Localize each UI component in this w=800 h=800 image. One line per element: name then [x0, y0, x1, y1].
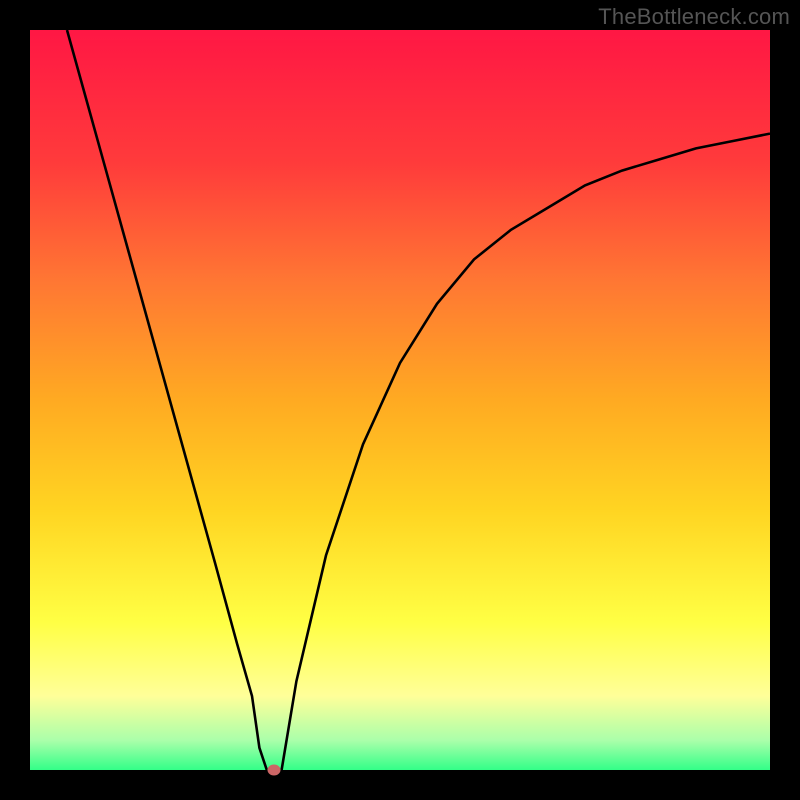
curve-right-branch [282, 134, 770, 770]
plot-area [30, 30, 770, 770]
curve [30, 30, 770, 770]
watermark-text: TheBottleneck.com [598, 4, 790, 30]
chart-container: TheBottleneck.com [0, 0, 800, 800]
curve-left-branch [67, 30, 267, 770]
minimum-marker [268, 765, 281, 776]
